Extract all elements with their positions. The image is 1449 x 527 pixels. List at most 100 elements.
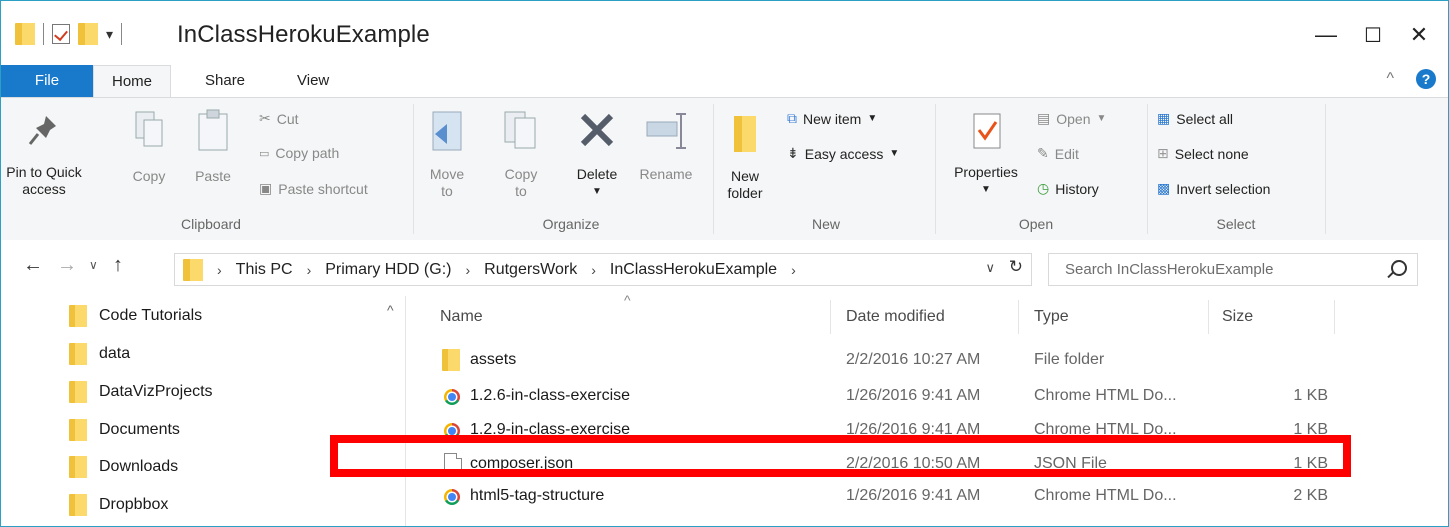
- nav-item-documents[interactable]: Documents: [69, 416, 180, 444]
- refresh-icon[interactable]: ↻: [1009, 257, 1023, 277]
- divider[interactable]: [1334, 300, 1335, 334]
- file-row-1-2-6[interactable]: 1.2.6-in-class-exercise 1/26/2016 9:41 A…: [436, 380, 1416, 412]
- nav-item-label: Downloads: [99, 458, 179, 475]
- new-item-button[interactable]: ⧉ New item ▼: [787, 110, 877, 127]
- tab-home[interactable]: Home: [93, 65, 171, 98]
- file-row-assets[interactable]: assets 2/2/2016 10:27 AM File folder: [436, 344, 1416, 376]
- explorer-window: ▾ InClassHerokuExample — ☐ ✕ File Home S…: [0, 0, 1449, 527]
- paste-shortcut-button[interactable]: ▣ Paste shortcut: [259, 180, 368, 197]
- edit-button[interactable]: ✎ Edit: [1037, 145, 1079, 162]
- forward-arrow-icon[interactable]: →: [57, 254, 77, 277]
- divider[interactable]: [1018, 300, 1019, 334]
- file-type: Chrome HTML Do...: [1034, 387, 1177, 404]
- breadcrumb-rutgerswork[interactable]: RutgersWork: [484, 261, 577, 279]
- chevron-right-icon[interactable]: ›: [217, 262, 222, 278]
- easy-access-button[interactable]: ⇟ Easy access ▼: [787, 145, 899, 162]
- nav-item-dropbbox[interactable]: Dropbbox: [69, 491, 168, 519]
- divider[interactable]: [830, 300, 831, 334]
- back-arrow-icon[interactable]: ←: [23, 254, 43, 277]
- properties-qat-icon[interactable]: [52, 24, 70, 44]
- folder-icon: [15, 23, 35, 45]
- minimize-button[interactable]: —: [1306, 17, 1346, 53]
- new-folder-button[interactable]: New folder: [719, 110, 771, 202]
- history-icon: ◷: [1037, 180, 1050, 196]
- tab-view[interactable]: View: [297, 65, 329, 97]
- scroll-up-icon[interactable]: ^: [387, 302, 394, 318]
- pin-to-quick-access-button[interactable]: Pin to Quick access: [5, 112, 83, 198]
- address-history-dropdown-icon[interactable]: ∨: [985, 260, 995, 276]
- properties-button[interactable]: Properties ▼: [943, 110, 1029, 198]
- folder-icon: [69, 381, 87, 403]
- close-button[interactable]: ✕: [1399, 17, 1439, 53]
- up-arrow-icon[interactable]: ↑: [113, 254, 123, 277]
- breadcrumb-this-pc[interactable]: This PC: [236, 261, 293, 279]
- nav-item-downloads[interactable]: Downloads: [69, 453, 178, 481]
- properties-icon: [973, 113, 1001, 149]
- file-list: Name ^ Date modified Type Size assets 2/…: [406, 292, 1448, 526]
- folder-icon: [183, 258, 203, 281]
- file-row-html5-tag-structure[interactable]: html5-tag-structure 1/26/2016 9:41 AM Ch…: [436, 480, 1416, 512]
- rename-button[interactable]: Rename: [633, 108, 699, 183]
- chevron-right-icon[interactable]: ›: [791, 262, 796, 278]
- paste-button[interactable]: Paste: [187, 108, 239, 185]
- address-bar[interactable]: › This PC › Primary HDD (G:) › RutgersWo…: [174, 253, 1032, 286]
- open-button[interactable]: ▤ Open ▼: [1037, 110, 1106, 127]
- chevron-right-icon[interactable]: ›: [307, 262, 312, 278]
- file-name: assets: [470, 351, 517, 368]
- group-label-clipboard: Clipboard: [181, 216, 241, 232]
- column-header-type[interactable]: Type: [1034, 308, 1069, 326]
- delete-dropdown-icon[interactable]: ▼: [569, 183, 625, 200]
- group-label-open: Open: [1018, 216, 1054, 232]
- nav-item-code-tutorials[interactable]: Code Tutorials: [69, 302, 202, 330]
- chevron-right-icon[interactable]: ›: [465, 262, 470, 278]
- folder-icon: [69, 494, 87, 516]
- select-all-button[interactable]: ▦ Select all: [1157, 110, 1233, 127]
- copy-label: Copy: [132, 168, 166, 184]
- invert-selection-icon: ▩: [1157, 180, 1171, 196]
- help-icon[interactable]: ?: [1416, 69, 1436, 89]
- search-box[interactable]: Search InClassHerokuExample: [1048, 253, 1418, 286]
- tab-share[interactable]: Share: [205, 65, 245, 97]
- column-header-date-modified[interactable]: Date modified: [846, 308, 945, 326]
- select-none-button[interactable]: ⊞ Select none: [1157, 145, 1249, 162]
- navigation-bar: ← → ∨ ↑ › This PC › Primary HDD (G:) › R…: [1, 240, 1448, 296]
- column-header-name[interactable]: Name: [440, 308, 483, 326]
- search-placeholder: Search InClassHerokuExample: [1065, 261, 1274, 278]
- delete-button[interactable]: Delete ▼: [569, 108, 625, 200]
- file-name: 1.2.6-in-class-exercise: [470, 387, 631, 404]
- column-header-size[interactable]: Size: [1222, 308, 1253, 326]
- divider: [1147, 104, 1148, 234]
- chevron-right-icon[interactable]: ›: [591, 262, 596, 278]
- collapse-ribbon-icon[interactable]: ^: [1386, 70, 1394, 88]
- new-folder-qat-icon[interactable]: [78, 23, 98, 45]
- copy-button[interactable]: Copy: [125, 108, 173, 185]
- nav-item-datavizprojects[interactable]: DataVizProjects: [69, 378, 213, 406]
- scissors-icon: ✂: [259, 110, 271, 126]
- copy-icon: [135, 111, 163, 147]
- copy-path-button[interactable]: ▭ Copy path: [259, 145, 339, 161]
- search-icon[interactable]: [1391, 260, 1407, 276]
- rename-icon: [646, 113, 686, 149]
- breadcrumb-inclassherokuexample[interactable]: InClassHerokuExample: [610, 261, 777, 279]
- tab-file[interactable]: File: [1, 65, 93, 97]
- properties-dropdown-icon[interactable]: ▼: [943, 181, 1029, 198]
- move-to-button[interactable]: Move to: [425, 108, 469, 200]
- nav-item-label: Documents: [99, 421, 180, 438]
- maximize-button[interactable]: ☐: [1353, 17, 1393, 53]
- new-item-dropdown-icon: ▼: [867, 113, 878, 124]
- file-date: 1/26/2016 9:41 AM: [846, 487, 981, 504]
- edit-icon: ✎: [1037, 145, 1049, 161]
- cut-button[interactable]: ✂ Cut: [259, 110, 299, 127]
- customize-qat-dropdown-icon[interactable]: ▾: [106, 26, 113, 43]
- invert-selection-button[interactable]: ▩ Invert selection: [1157, 180, 1270, 197]
- nav-item-data[interactable]: data: [69, 340, 130, 368]
- select-all-label: Select all: [1176, 110, 1234, 127]
- divider: [413, 104, 414, 234]
- folder-icon: [442, 349, 460, 371]
- history-button[interactable]: ◷ History: [1037, 180, 1099, 197]
- breadcrumb-primary-hdd[interactable]: Primary HDD (G:): [325, 261, 451, 279]
- delete-x-icon: [580, 113, 614, 147]
- divider[interactable]: [1208, 300, 1209, 334]
- copy-to-button[interactable]: Copy to: [499, 108, 543, 200]
- recent-locations-icon[interactable]: ∨: [89, 258, 98, 272]
